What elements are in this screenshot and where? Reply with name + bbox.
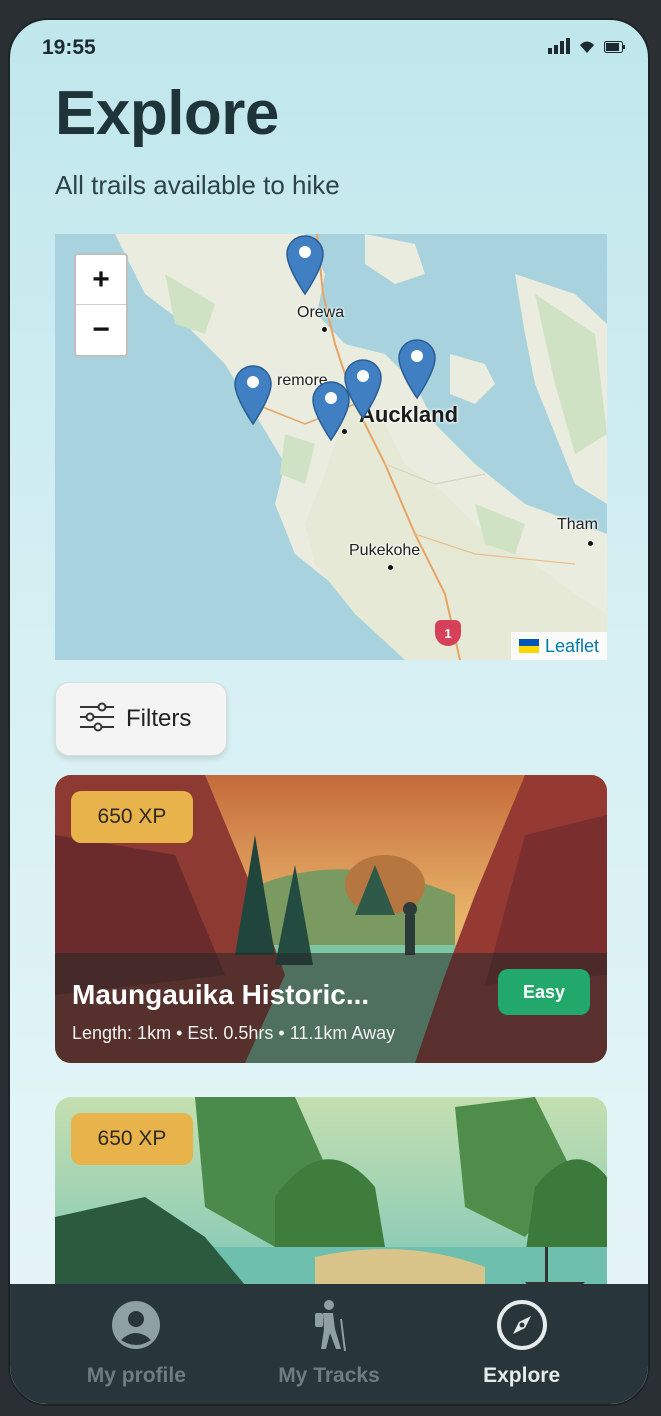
signal-icon <box>548 38 570 59</box>
xp-badge: 650 XP <box>71 791 193 843</box>
map-tiles <box>55 234 607 660</box>
hiker-icon <box>309 1298 349 1352</box>
map-dot <box>387 564 394 571</box>
trail-card[interactable]: 650 XP <box>55 1097 607 1297</box>
trail-map[interactable]: + − Orewa remore Auckland Pukekohe Tham … <box>55 234 607 660</box>
profile-icon <box>111 1298 161 1352</box>
tab-my-profile[interactable]: My profile <box>41 1284 231 1404</box>
zoom-out-button[interactable]: − <box>76 305 126 355</box>
compass-icon <box>496 1298 548 1352</box>
zoom-controls: + − <box>74 253 128 357</box>
attribution-link[interactable]: Leaflet <box>545 636 599 657</box>
tab-label: Explore <box>483 1364 561 1387</box>
map-attribution[interactable]: Leaflet <box>510 632 607 660</box>
map-label-pukekohe: Pukekohe <box>349 542 421 559</box>
tab-label: My Tracks <box>278 1364 380 1387</box>
flag-icon <box>518 639 539 653</box>
trail-card[interactable]: 650 XP Maungauika Historic... Length: 1k… <box>55 775 607 1063</box>
status-time: 19:55 <box>42 36 96 59</box>
difficulty-badge: Easy <box>498 969 590 1015</box>
map-dot <box>321 326 328 333</box>
wifi-icon <box>577 38 597 59</box>
map-dot <box>587 540 594 547</box>
trail-marker[interactable] <box>283 234 327 296</box>
bottom-tab-bar: My profile My Tracks Explore <box>10 1284 648 1404</box>
tab-my-tracks[interactable]: My Tracks <box>234 1284 424 1404</box>
status-bar: 19:55 <box>10 20 648 72</box>
highway-shield: 1 <box>435 620 461 646</box>
xp-badge: 650 XP <box>71 1113 193 1165</box>
map-label-thames: Tham <box>557 516 598 533</box>
filters-button[interactable]: Filters <box>55 682 227 756</box>
phone-screen: 19:55 Explore All trails available to hi… <box>8 18 650 1406</box>
trail-marker[interactable] <box>395 336 439 400</box>
filters-label: Filters <box>126 705 192 732</box>
battery-icon <box>604 40 626 58</box>
trail-title: Maungauika Historic... <box>72 979 370 1010</box>
sliders-icon <box>80 702 114 737</box>
page-subtitle: All trails available to hike <box>55 170 340 200</box>
zoom-in-button[interactable]: + <box>76 255 126 305</box>
trail-marker[interactable] <box>309 378 353 442</box>
trail-info: Maungauika Historic... Length: 1km • Est… <box>55 953 607 1063</box>
trail-meta: Length: 1km • Est. 0.5hrs • 11.1km Away <box>72 1023 396 1043</box>
tab-explore[interactable]: Explore <box>427 1284 617 1404</box>
trail-marker[interactable] <box>231 362 275 426</box>
map-label-orewa: Orewa <box>297 304 345 321</box>
tab-label: My profile <box>86 1364 186 1387</box>
page-title: Explore <box>55 79 279 148</box>
status-icons <box>548 38 626 59</box>
